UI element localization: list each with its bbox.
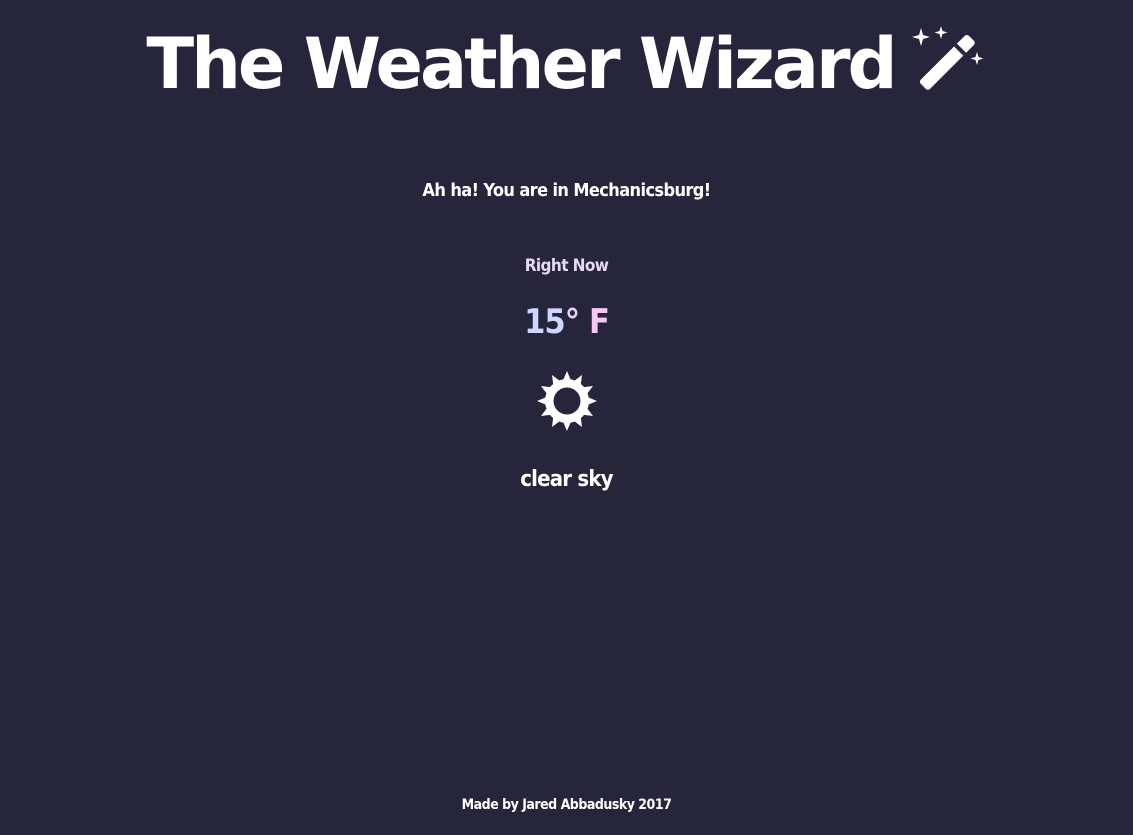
footer-credit: Made by Jared Abbadusky 2017 xyxy=(461,797,672,813)
sun-ray xyxy=(562,371,571,381)
sun-icon xyxy=(536,371,597,431)
temperature-value: 15 xyxy=(524,302,566,342)
magic-wand-icon xyxy=(911,26,984,90)
degree-symbol: ° xyxy=(564,302,580,342)
location-message: Ah ha! You are in Mechanicsburg! xyxy=(422,180,711,201)
temperature-unit: F xyxy=(588,302,610,342)
sun-ray xyxy=(562,421,571,431)
site-header: The Weather Wizard xyxy=(0,22,1133,106)
current-label: Right Now xyxy=(524,256,609,276)
weather-icon-container xyxy=(0,370,1133,432)
page-title: The Weather Wizard xyxy=(146,23,897,105)
temperature-display[interactable]: 15 ° F xyxy=(0,302,1133,342)
sun-ray xyxy=(587,397,597,405)
sun-ray xyxy=(536,397,546,405)
weather-description: clear sky xyxy=(520,467,613,492)
